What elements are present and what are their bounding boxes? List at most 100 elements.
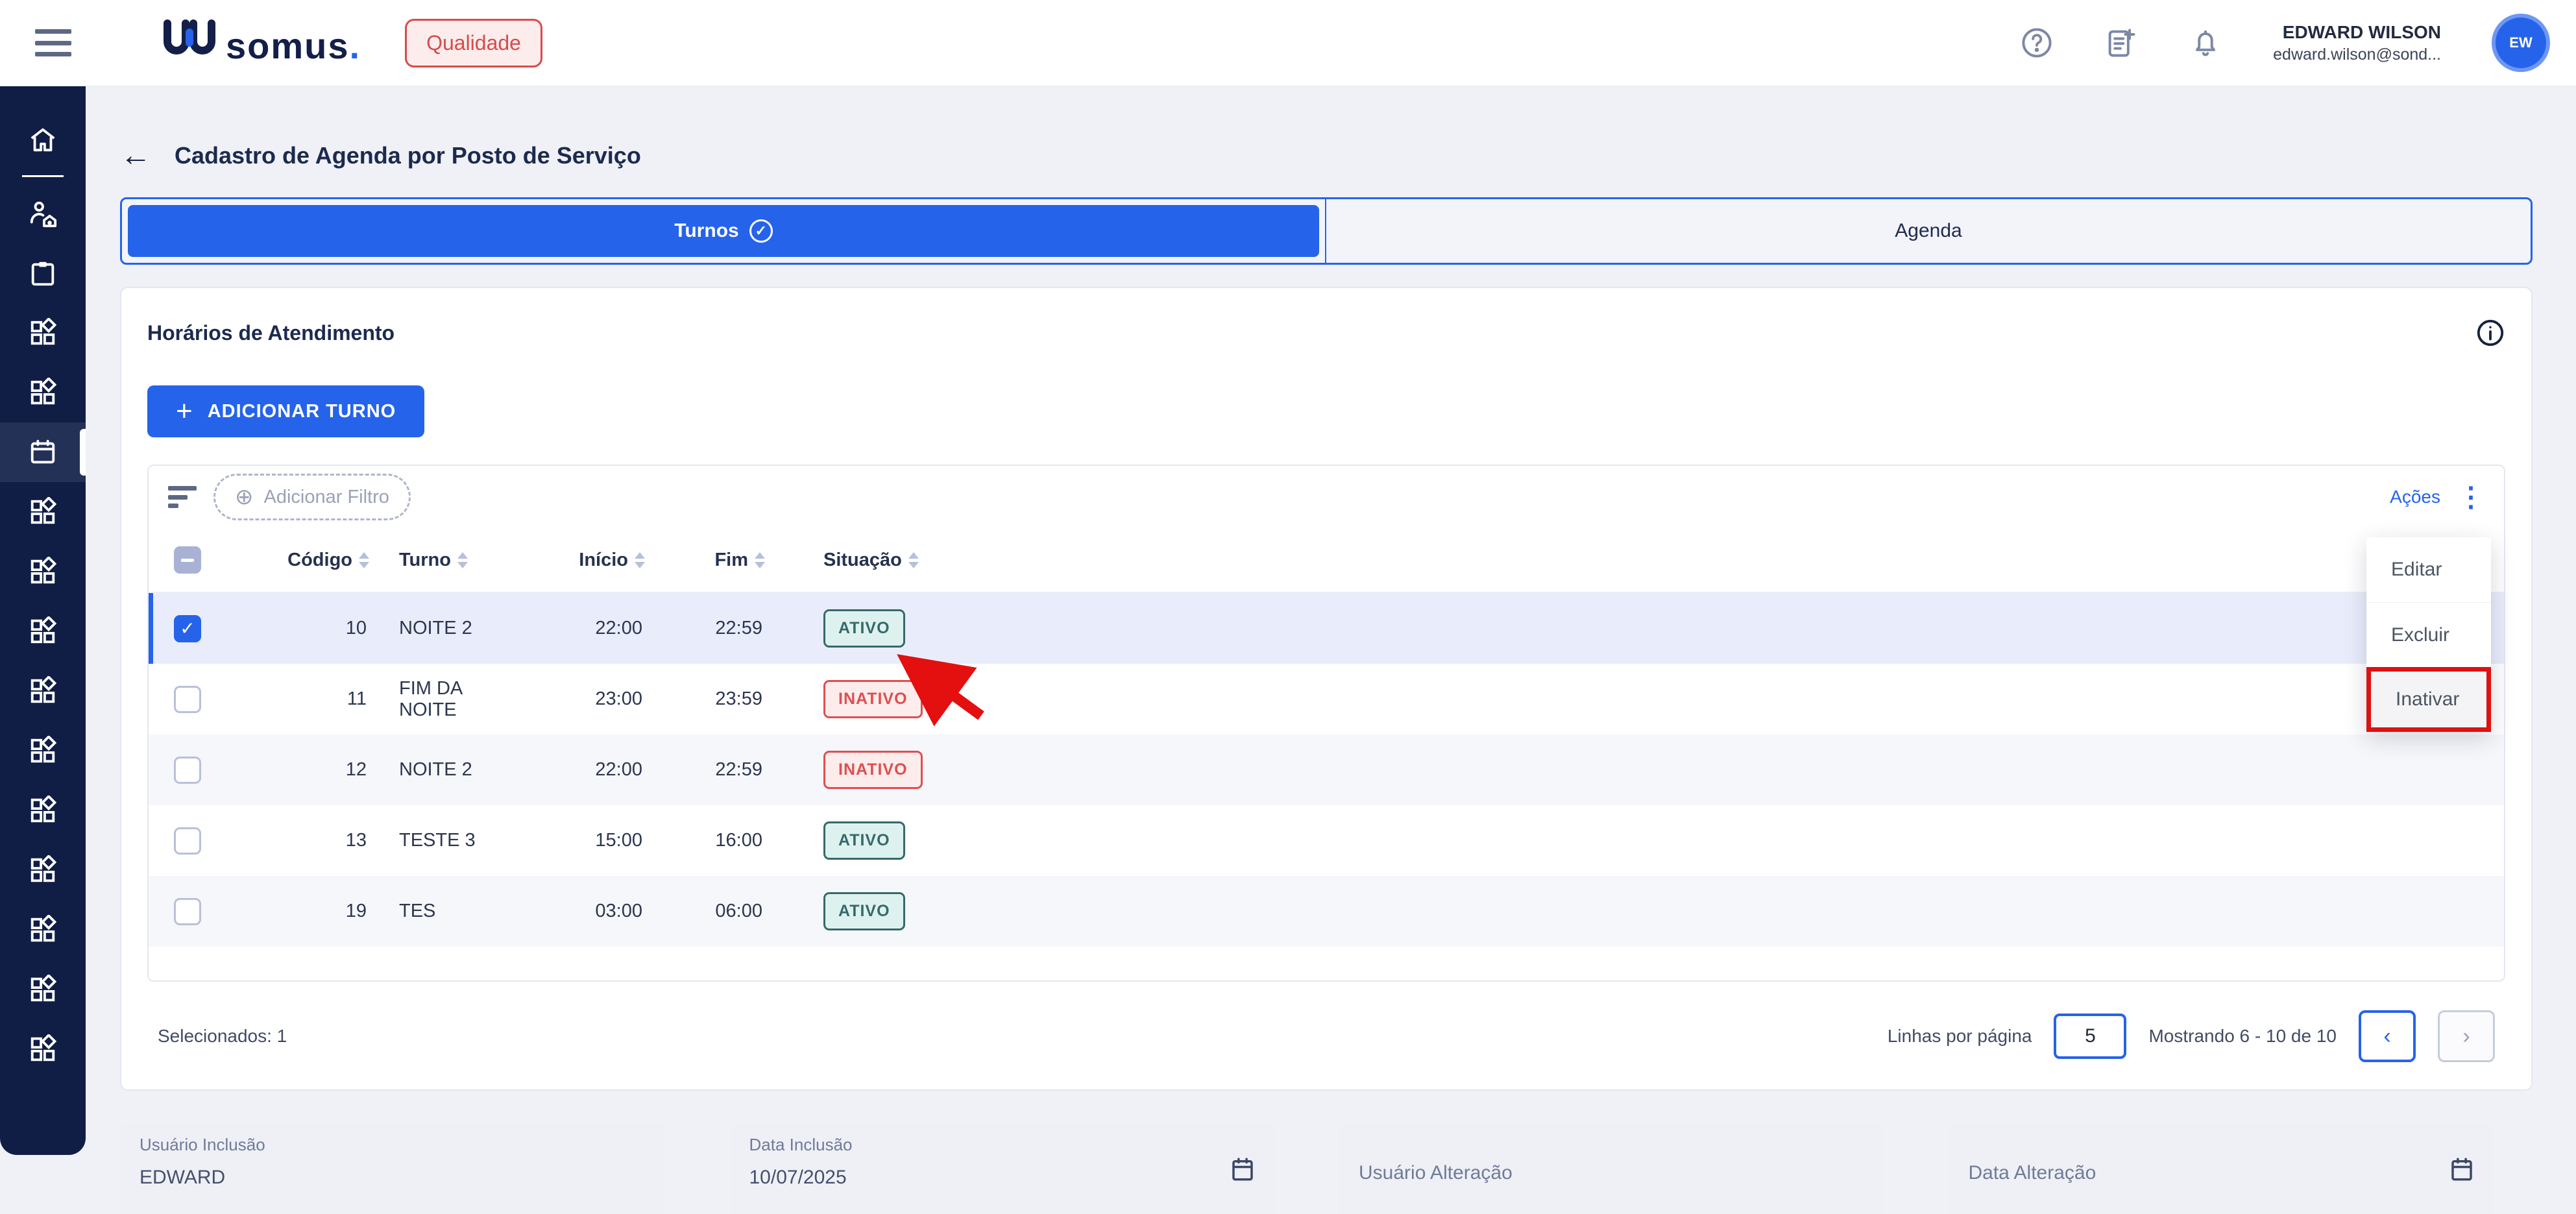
sidebar-item-modulo-2[interactable] (0, 363, 86, 422)
table-row[interactable]: 12 NOITE 2 22:00 22:59 INATIVO (149, 734, 2504, 805)
sidebar-item-modulo-8[interactable] (0, 781, 86, 840)
cell-codigo: 12 (226, 759, 369, 781)
help-icon[interactable] (2020, 26, 2054, 60)
row-checkbox[interactable] (174, 827, 201, 855)
sort-icon[interactable] (755, 552, 765, 568)
avatar[interactable]: EW (2492, 14, 2550, 72)
person-home-icon (28, 199, 58, 228)
cell-codigo: 10 (226, 618, 369, 639)
tab-turnos-label: Turnos (674, 220, 738, 242)
tab-turnos[interactable]: Turnos ✓ (128, 205, 1319, 257)
row-checkbox[interactable] (174, 757, 201, 784)
table-row[interactable]: ✓ 10 NOITE 2 22:00 22:59 ATIVO (149, 593, 2504, 664)
sort-icon[interactable] (359, 552, 369, 568)
sidebar-item-home[interactable] (0, 110, 86, 170)
menu-item-excluir[interactable]: Excluir (2366, 602, 2491, 667)
actions-dropdown-menu: Editar Excluir Inativar (2366, 537, 2491, 732)
cell-inicio: 22:00 (522, 618, 645, 639)
select-all-checkbox[interactable] (174, 546, 201, 574)
next-page-button[interactable]: › (2438, 1010, 2495, 1062)
sidebar-item-modulo-11[interactable] (0, 960, 86, 1019)
table-row[interactable]: 11 FIM DA NOITE 23:00 23:59 INATIVO (149, 664, 2504, 734)
cell-inicio: 03:00 (522, 901, 645, 922)
logo-mark-icon (162, 19, 217, 58)
tab-bar: Turnos ✓ Agenda (120, 197, 2533, 265)
usuario-alteracao-label: Usuário Alteração (1359, 1162, 1865, 1184)
cell-codigo: 11 (226, 688, 369, 710)
widgets-icon (28, 676, 58, 706)
sidebar-item-tarefas[interactable] (0, 243, 86, 303)
widgets-icon (28, 497, 58, 527)
widgets-icon (28, 915, 58, 945)
sidebar-item-modulo-4[interactable] (0, 542, 86, 601)
row-checkbox-checked[interactable]: ✓ (174, 615, 201, 642)
sidebar-item-modulo-12[interactable] (0, 1019, 86, 1079)
widgets-icon (28, 795, 58, 825)
widgets-icon (28, 616, 58, 646)
cell-inicio: 23:00 (522, 688, 645, 710)
usuario-inclusao-label: Usuário Inclusão (140, 1135, 646, 1155)
cell-turno: FIM DA NOITE (369, 678, 522, 721)
kebab-menu-icon[interactable]: ⋮ (2457, 489, 2485, 505)
sidebar-item-modulo-3[interactable] (0, 482, 86, 542)
previous-page-button[interactable]: ‹ (2359, 1010, 2416, 1062)
sidebar-item-modulo-1[interactable] (0, 303, 86, 363)
showing-range-label: Mostrando 6 - 10 de 10 (2148, 1026, 2337, 1047)
rows-per-page-input[interactable] (2054, 1014, 2126, 1059)
data-alteracao-label: Data Alteração (1969, 1162, 2475, 1184)
column-turno: Turno (399, 550, 451, 571)
status-badge: INATIVO (823, 680, 923, 718)
info-icon[interactable] (2475, 318, 2505, 348)
user-info[interactable]: EDWARD WILSON edward.wilson@sond... (2273, 21, 2441, 66)
cell-fim: 22:59 (645, 618, 765, 639)
widgets-icon (28, 318, 58, 348)
calendar-icon[interactable] (1229, 1154, 1256, 1184)
status-badge: ATIVO (823, 892, 905, 930)
cell-fim: 22:59 (645, 759, 765, 781)
sidebar-item-modulo-10[interactable] (0, 900, 86, 960)
cell-fim: 23:59 (645, 688, 765, 710)
sidebar-item-modulo-7[interactable] (0, 721, 86, 781)
user-name: EDWARD WILSON (2273, 21, 2441, 44)
hamburger-menu-icon[interactable] (35, 29, 71, 56)
adicionar-filtro-chip[interactable]: ⊕ Adicionar Filtro (213, 474, 411, 520)
main-content: ← Cadastro de Agenda por Posto de Serviç… (86, 86, 2576, 1155)
row-checkbox[interactable] (174, 898, 201, 925)
sidebar-item-modulo-6[interactable] (0, 661, 86, 721)
sidebar-item-agenda-active[interactable] (0, 422, 86, 482)
cell-codigo: 13 (226, 830, 369, 851)
row-checkbox[interactable] (174, 686, 201, 713)
filter-icon[interactable] (168, 486, 197, 508)
sidebar-item-modulo-9[interactable] (0, 840, 86, 900)
column-fim: Fim (714, 550, 748, 571)
usuario-inclusao-value: EDWARD (140, 1167, 646, 1189)
notifications-bell-icon[interactable] (2189, 26, 2222, 60)
sort-icon[interactable] (908, 552, 919, 568)
acoes-label[interactable]: Ações (2390, 487, 2440, 507)
cell-turno: NOITE 2 (369, 759, 522, 781)
data-alteracao-field: Data Alteração (1949, 1123, 2494, 1214)
menu-item-editar[interactable]: Editar (2366, 537, 2491, 602)
tab-agenda[interactable]: Agenda (1326, 199, 2531, 263)
sort-icon[interactable] (457, 552, 468, 568)
check-circle-icon: ✓ (749, 219, 773, 243)
sidebar-item-modulo-5[interactable] (0, 601, 86, 661)
column-codigo: Código (287, 550, 352, 571)
back-arrow-icon[interactable]: ← (120, 140, 151, 171)
new-note-icon[interactable] (2104, 26, 2138, 60)
menu-item-inativar[interactable]: Inativar (2366, 667, 2491, 732)
sort-icon[interactable] (635, 552, 645, 568)
table-row[interactable]: 19 TES 03:00 06:00 ATIVO (149, 876, 2504, 947)
cell-fim: 06:00 (645, 901, 765, 922)
data-inclusao-label: Data Inclusão (749, 1135, 1256, 1155)
table-row[interactable]: 13 TESTE 3 15:00 16:00 ATIVO (149, 805, 2504, 876)
topbar: somus . Qualidade EDWARD (0, 0, 2576, 86)
sidebar (0, 86, 86, 1155)
adicionar-turno-button[interactable]: + ADICIONAR TURNO (147, 385, 424, 437)
calendar-icon[interactable] (2448, 1154, 2475, 1184)
cell-turno: TESTE 3 (369, 830, 522, 851)
status-badge: ATIVO (823, 609, 905, 648)
widgets-icon (28, 1034, 58, 1064)
selected-count-label: Selecionados: 1 (158, 1026, 287, 1047)
sidebar-item-colaboradores[interactable] (0, 184, 86, 243)
